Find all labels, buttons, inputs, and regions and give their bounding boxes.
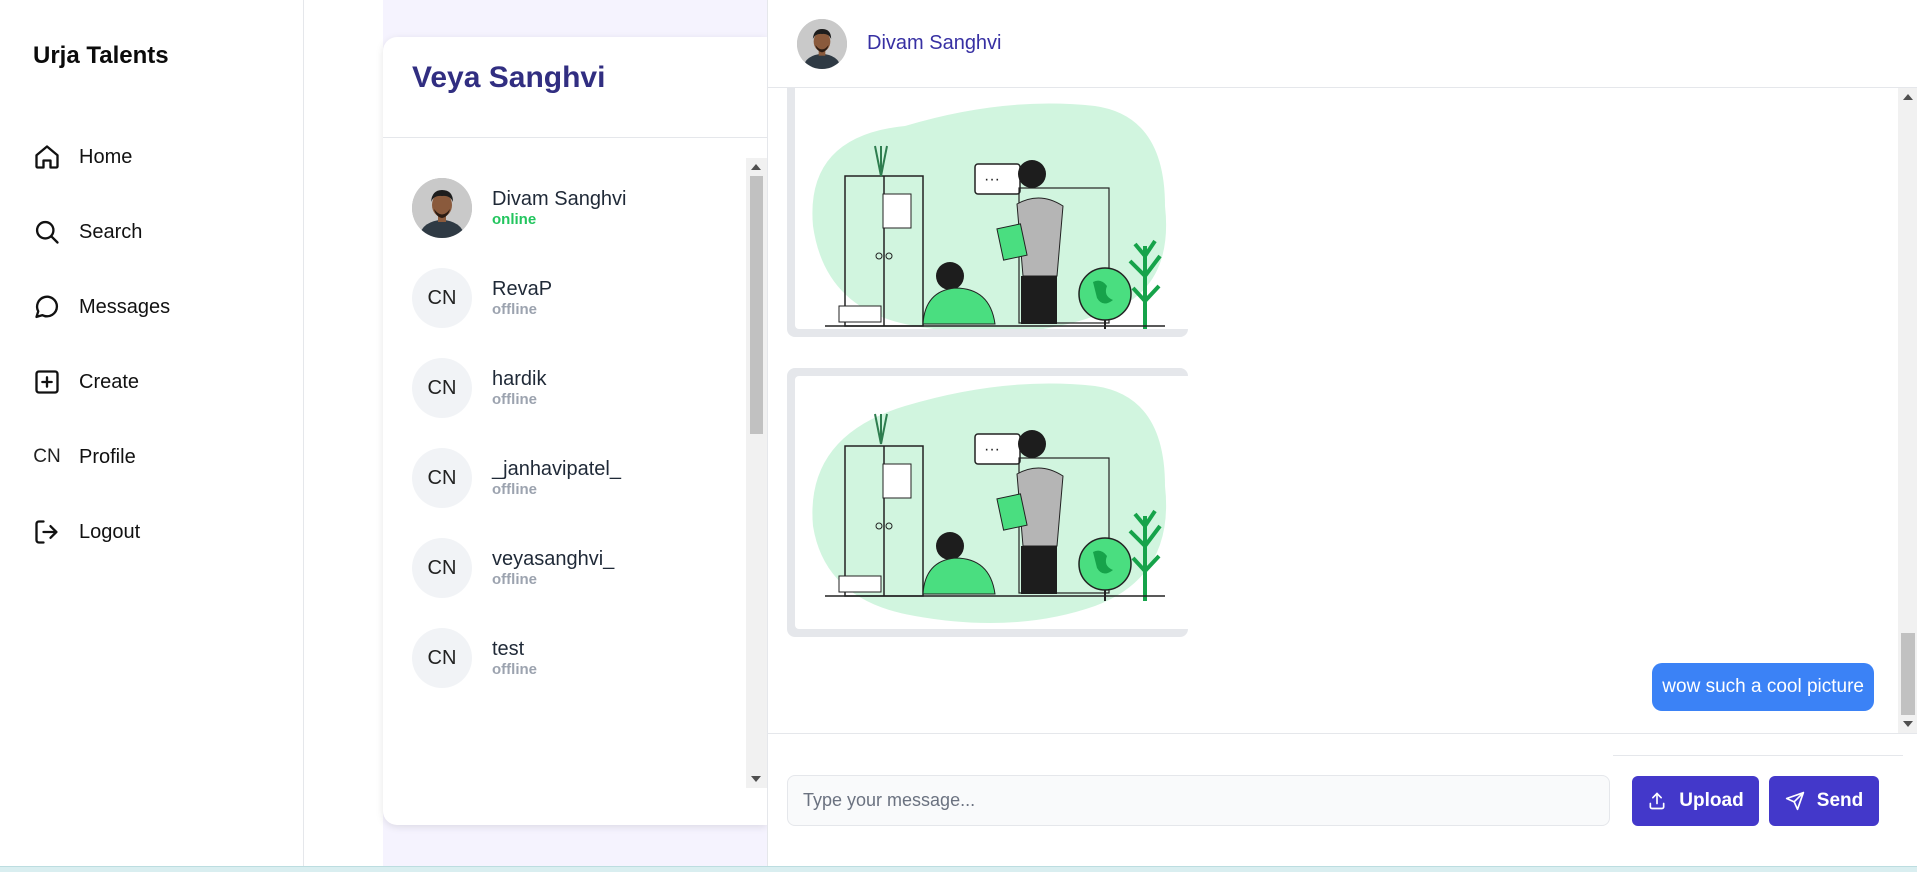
message-list[interactable]: ··· ··· wow such a cool picture bbox=[768, 88, 1898, 733]
scroll-up-arrow-icon[interactable] bbox=[1903, 94, 1913, 100]
contact-name: _janhavipatel_ bbox=[492, 458, 621, 480]
image-message[interactable]: ··· bbox=[787, 368, 1188, 637]
divider bbox=[1613, 755, 1903, 756]
svg-text:···: ··· bbox=[984, 171, 1000, 188]
sidebar: Urja Talents Home Search Messages Create… bbox=[0, 0, 304, 866]
chat-avatar bbox=[797, 18, 847, 69]
user-photo-icon bbox=[797, 18, 847, 69]
contact-status: online bbox=[492, 211, 537, 228]
contact-status: offline bbox=[492, 481, 537, 498]
contact-list[interactable]: Divam Sanghvi online CN RevaP offline CN… bbox=[383, 158, 747, 788]
nav-messages[interactable]: Messages bbox=[33, 287, 170, 327]
scroll-up-arrow-icon[interactable] bbox=[751, 164, 761, 170]
image-frame: ··· bbox=[795, 376, 1188, 629]
gutter bbox=[305, 0, 383, 866]
contact-item-divam[interactable]: Divam Sanghvi online bbox=[412, 178, 627, 238]
avatar: CN bbox=[412, 448, 472, 508]
nav-messages-label: Messages bbox=[79, 295, 171, 318]
chat-panel: Divam Sanghvi ··· ··· wow such a cool pi… bbox=[767, 0, 1917, 866]
nav-profile[interactable]: CN Profile bbox=[33, 437, 136, 477]
upload-icon bbox=[1649, 792, 1665, 810]
home-icon bbox=[33, 143, 61, 171]
nav-profile-label: Profile bbox=[79, 445, 136, 468]
contact-status: offline bbox=[492, 391, 537, 408]
upload-button[interactable]: Upload bbox=[1632, 776, 1759, 826]
contacts-title: Veya Sanghvi bbox=[412, 61, 606, 94]
nav-home[interactable]: Home bbox=[33, 137, 132, 177]
contacts-panel: Veya Sanghvi Divam Sanghvi online CN Rev… bbox=[383, 37, 767, 825]
contact-item-revap[interactable]: CN RevaP offline bbox=[412, 268, 552, 328]
divider bbox=[768, 733, 1917, 734]
scroll-down-arrow-icon[interactable] bbox=[751, 776, 761, 782]
profile-avatar-icon: CN bbox=[33, 446, 61, 467]
nav-create[interactable]: Create bbox=[33, 362, 139, 402]
nav-home-label: Home bbox=[79, 145, 133, 168]
brand-title: Urja Talents bbox=[33, 42, 169, 69]
nav-logout[interactable]: Logout bbox=[33, 512, 140, 552]
send-button[interactable]: Send bbox=[1769, 776, 1879, 826]
nav-search[interactable]: Search bbox=[33, 212, 142, 252]
nav-search-label: Search bbox=[79, 220, 143, 243]
contact-name: RevaP bbox=[492, 278, 553, 300]
logout-icon bbox=[33, 518, 61, 546]
send-icon bbox=[1785, 791, 1804, 811]
scrollbar-thumb[interactable] bbox=[750, 176, 763, 434]
chat-scrollbar[interactable] bbox=[1898, 88, 1917, 733]
divider bbox=[383, 137, 767, 138]
search-icon bbox=[33, 218, 61, 246]
contact-name: Divam Sanghvi bbox=[492, 188, 627, 210]
contact-name: veyasanghvi_ bbox=[492, 548, 615, 570]
chat-header-name[interactable]: Divam Sanghvi bbox=[867, 32, 1002, 55]
contact-item-test[interactable]: CN test offline bbox=[412, 628, 537, 688]
avatar: CN bbox=[412, 358, 472, 418]
contact-item-veyasanghvi[interactable]: CN veyasanghvi_ offline bbox=[412, 538, 614, 598]
upload-label: Upload bbox=[1679, 790, 1744, 811]
contact-status: offline bbox=[492, 301, 537, 318]
avatar: CN bbox=[412, 268, 472, 328]
nav-create-label: Create bbox=[79, 370, 140, 393]
scroll-down-arrow-icon[interactable] bbox=[1903, 721, 1913, 727]
contact-name: hardik bbox=[492, 368, 547, 390]
message-input[interactable] bbox=[787, 775, 1610, 826]
user-photo-icon bbox=[412, 178, 472, 238]
message-bubble[interactable]: wow such a cool picture bbox=[1652, 663, 1874, 711]
contact-item-janhavipatel[interactable]: CN _janhavipatel_ offline bbox=[412, 448, 621, 508]
scrollbar-thumb[interactable] bbox=[1901, 633, 1915, 715]
contact-list-scrollbar[interactable] bbox=[746, 158, 767, 788]
svg-text:···: ··· bbox=[984, 441, 1000, 458]
message-circle-icon bbox=[33, 293, 61, 321]
avatar: CN bbox=[412, 628, 472, 688]
nav-logout-label: Logout bbox=[79, 520, 141, 543]
teacher-student-illustration-icon: ··· bbox=[812, 103, 1167, 329]
image-frame: ··· bbox=[795, 88, 1188, 329]
contact-item-hardik[interactable]: CN hardik offline bbox=[412, 358, 546, 418]
avatar: CN bbox=[412, 538, 472, 598]
contact-status: offline bbox=[492, 571, 537, 588]
image-message[interactable]: ··· bbox=[787, 88, 1188, 337]
send-label: Send bbox=[1816, 790, 1864, 811]
avatar bbox=[412, 178, 472, 238]
contact-name: test bbox=[492, 638, 525, 660]
contact-status: offline bbox=[492, 661, 537, 678]
teacher-student-illustration-icon: ··· bbox=[812, 383, 1167, 624]
chat-header: Divam Sanghvi bbox=[768, 0, 1917, 88]
plus-square-icon bbox=[33, 368, 61, 396]
bottom-strip bbox=[0, 866, 1917, 872]
